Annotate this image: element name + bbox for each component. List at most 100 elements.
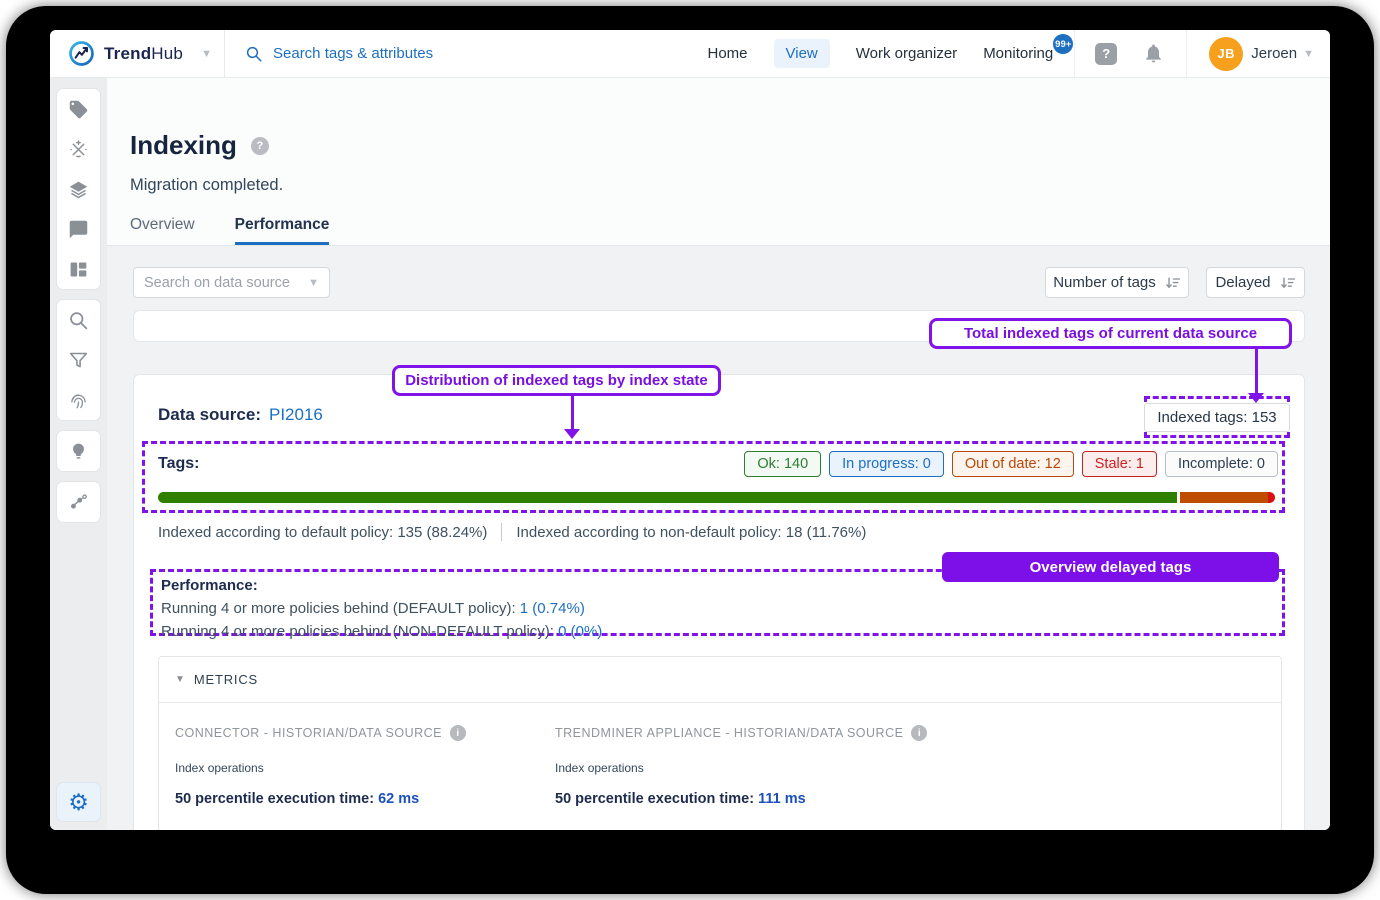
sort-icon bbox=[1165, 276, 1181, 290]
metric-value: 62 ms bbox=[378, 791, 419, 807]
metric-execution-time: 50 percentile execution time: 111 ms bbox=[555, 791, 1265, 807]
left-sidebar: ⚙ bbox=[50, 78, 107, 830]
sidebar-group-data bbox=[56, 88, 101, 290]
user-name[interactable]: Jeroen bbox=[1251, 45, 1297, 62]
app-title: TrendHub bbox=[104, 44, 192, 64]
sidebar-item-tags[interactable] bbox=[57, 89, 100, 129]
datasource-card: Data source:PI2016 Indexed tags: 153 Dis… bbox=[133, 374, 1305, 830]
sort-button-label: Number of tags bbox=[1053, 274, 1156, 291]
divider bbox=[1186, 30, 1187, 78]
page-title: Indexing ? bbox=[130, 130, 269, 161]
datasource-row: Data source:PI2016 bbox=[158, 405, 323, 425]
metrics-col-connector: CONNECTOR - HISTORIAN/DATA SOURCE i Inde… bbox=[175, 725, 555, 807]
sidebar-item-fingerprint[interactable] bbox=[57, 380, 100, 420]
tags-state-highlight: Tags: Ok: 140 In progress: 0 Out of date… bbox=[142, 441, 1285, 513]
nav-item-work-organizer[interactable]: Work organizer bbox=[856, 45, 957, 62]
datasource-dropdown-placeholder: Search on data source bbox=[144, 275, 290, 291]
sort-delayed-button[interactable]: Delayed bbox=[1206, 267, 1305, 298]
sidebar-item-search[interactable] bbox=[57, 300, 100, 340]
sort-icon bbox=[1280, 276, 1296, 290]
sidebar-item-layers[interactable] bbox=[57, 169, 100, 209]
page-subtitle: Migration completed. bbox=[130, 176, 283, 195]
title-help-icon[interactable]: ? bbox=[251, 137, 269, 155]
metrics-col-appliance: TRENDMINER APPLIANCE - HISTORIAN/DATA SO… bbox=[555, 725, 1265, 807]
user-avatar[interactable]: JB bbox=[1209, 37, 1243, 71]
formula-icon bbox=[68, 139, 89, 160]
sidebar-item-filter[interactable] bbox=[57, 340, 100, 380]
performance-row-non-default: Running 4 or more policies behind (NON-D… bbox=[161, 620, 1282, 643]
chevron-down-icon: ▼ bbox=[308, 277, 319, 289]
nodes-graph-icon bbox=[68, 492, 89, 513]
metrics-panel: ▼ METRICS CONNECTOR - HISTORIAN/DATA SOU… bbox=[158, 656, 1282, 830]
divider bbox=[1074, 30, 1075, 78]
nav-item-home[interactable]: Home bbox=[707, 45, 747, 62]
lightbulb-icon bbox=[68, 441, 89, 462]
divider bbox=[501, 523, 502, 541]
nav-item-view[interactable]: View bbox=[774, 39, 830, 68]
badge-incomplete: Incomplete: 0 bbox=[1165, 451, 1278, 477]
sidebar-item-settings[interactable]: ⚙ bbox=[56, 782, 101, 822]
policy-summary-row: Indexed according to default policy: 135… bbox=[158, 523, 866, 541]
fingerprint-icon bbox=[68, 390, 89, 411]
monitoring-count-badge: 99+ bbox=[1053, 34, 1073, 54]
sort-number-of-tags-button[interactable]: Number of tags bbox=[1045, 267, 1189, 298]
sidebar-group-recommendations bbox=[56, 430, 101, 472]
app-window: TrendHub ▼ Home View Work organizer Moni… bbox=[50, 30, 1330, 830]
tag-icon bbox=[68, 99, 89, 120]
index-state-bar bbox=[158, 492, 1275, 503]
layers-icon bbox=[68, 179, 89, 200]
help-icon[interactable]: ? bbox=[1095, 43, 1117, 65]
metrics-body: CONNECTOR - HISTORIAN/DATA SOURCE i Inde… bbox=[159, 703, 1281, 807]
metrics-col-title: TRENDMINER APPLIANCE - HISTORIAN/DATA SO… bbox=[555, 726, 903, 740]
sidebar-item-formulas[interactable] bbox=[57, 129, 100, 169]
sort-button-label: Delayed bbox=[1215, 274, 1270, 291]
info-icon[interactable]: i bbox=[911, 725, 927, 741]
trendhub-logo-icon bbox=[68, 40, 95, 67]
sidebar-group-context bbox=[56, 481, 101, 523]
badge-ok: Ok: 140 bbox=[744, 451, 821, 477]
nav-item-monitoring[interactable]: Monitoring99+ bbox=[983, 45, 1053, 62]
sidebar-item-dashboard[interactable] bbox=[57, 249, 100, 289]
gear-icon: ⚙ bbox=[68, 789, 89, 816]
tab-bar: Overview Performance bbox=[130, 216, 329, 245]
tag-state-badges: Ok: 140 In progress: 0 Out of date: 12 S… bbox=[744, 451, 1278, 477]
sidebar-group-search bbox=[56, 299, 101, 421]
dashboard-icon bbox=[68, 259, 89, 280]
sidebar-item-context[interactable] bbox=[57, 482, 100, 522]
performance-value: 0 (0%) bbox=[558, 623, 602, 640]
metric-execution-time: 50 percentile execution time: 62 ms bbox=[175, 791, 555, 807]
performance-tab-content: Search on data source ▼ Number of tags D… bbox=[107, 246, 1330, 830]
badge-in-progress: In progress: 0 bbox=[829, 451, 944, 477]
page-header: Indexing ? Migration completed. Overview… bbox=[107, 78, 1330, 246]
policy-non-default-text: Indexed according to non-default policy:… bbox=[516, 524, 866, 541]
sidebar-item-recommendations[interactable] bbox=[57, 431, 100, 471]
bar-segment-stale bbox=[1268, 492, 1275, 503]
datasource-name-link[interactable]: PI2016 bbox=[269, 405, 323, 424]
badge-out-of-date: Out of date: 12 bbox=[952, 451, 1074, 477]
top-navbar: TrendHub ▼ Home View Work organizer Moni… bbox=[50, 30, 1330, 78]
datasource-search-dropdown[interactable]: Search on data source ▼ bbox=[133, 267, 330, 298]
annotation-arrow-down bbox=[564, 396, 580, 438]
tab-overview[interactable]: Overview bbox=[130, 216, 195, 245]
global-search bbox=[225, 45, 694, 63]
chevron-down-icon[interactable]: ▼ bbox=[201, 48, 212, 60]
sidebar-item-comments[interactable] bbox=[57, 209, 100, 249]
logo-area[interactable]: TrendHub ▼ bbox=[50, 30, 225, 78]
annotation-total-indexed: Total indexed tags of current data sourc… bbox=[929, 318, 1292, 349]
metrics-header[interactable]: ▼ METRICS bbox=[159, 657, 1281, 703]
badge-stale: Stale: 1 bbox=[1082, 451, 1157, 477]
annotation-overview-delayed: Overview delayed tags bbox=[942, 552, 1279, 582]
search-input[interactable] bbox=[273, 45, 593, 62]
notifications-bell-icon[interactable] bbox=[1143, 43, 1164, 64]
info-icon[interactable]: i bbox=[450, 725, 466, 741]
collapse-chevron-icon: ▼ bbox=[175, 674, 185, 685]
metrics-col-title: CONNECTOR - HISTORIAN/DATA SOURCE bbox=[175, 726, 442, 740]
performance-value: 1 (0.74%) bbox=[520, 600, 585, 617]
user-menu-chevron-icon[interactable]: ▼ bbox=[1303, 48, 1314, 60]
metrics-section-label: Index operations bbox=[555, 761, 1265, 775]
search-icon bbox=[245, 45, 263, 63]
tab-performance[interactable]: Performance bbox=[235, 216, 330, 245]
annotation-arrow-down bbox=[1248, 349, 1264, 403]
performance-row-default: Running 4 or more policies behind (DEFAU… bbox=[161, 597, 1282, 620]
indexed-tags-count: Indexed tags: 153 bbox=[1144, 403, 1289, 432]
